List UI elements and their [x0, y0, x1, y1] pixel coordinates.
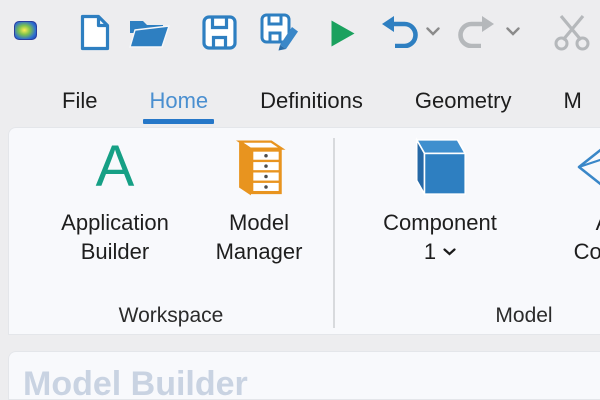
chevron-down-icon	[506, 27, 520, 36]
open-folder-icon	[129, 18, 170, 49]
play-icon	[330, 19, 356, 48]
add-component-icon	[577, 146, 600, 188]
redo-button[interactable]	[457, 16, 494, 48]
cut-button[interactable]	[552, 14, 592, 51]
tab-label: Home	[149, 88, 208, 114]
scissors-icon	[552, 14, 592, 51]
undo-button[interactable]	[382, 16, 419, 48]
model-builder-title: Model Builder	[23, 365, 600, 400]
undo-icon	[382, 16, 419, 48]
model-builder-panel: Model Builder	[8, 351, 600, 400]
button-label-line1: Component	[383, 208, 497, 237]
button-label-line2: Comp	[574, 237, 600, 266]
tab-file[interactable]: File	[62, 78, 97, 124]
redo-dropdown-button[interactable]	[506, 27, 520, 36]
tab-label: File	[62, 88, 97, 114]
save-icon	[202, 15, 237, 50]
tab-materials-truncated[interactable]: M	[563, 78, 581, 124]
tab-definitions[interactable]: Definitions	[260, 78, 363, 124]
button-label-line2: Manager	[216, 237, 303, 266]
component-1-button[interactable]: Component 1	[361, 136, 519, 266]
ribbon-group-divider	[333, 138, 335, 328]
group-label-model: Model	[339, 304, 600, 328]
button-label-line1: Application	[61, 208, 169, 237]
ribbon-tab-bar: File Home Definitions Geometry M	[0, 78, 582, 124]
ribbon-panel: A Application Builder	[8, 127, 600, 335]
active-tab-underline	[143, 119, 214, 124]
application-builder-icon: A	[96, 137, 135, 197]
app-window: File Home Definitions Geometry M A Appli…	[0, 0, 600, 400]
run-button[interactable]	[330, 19, 356, 48]
tab-label: Definitions	[260, 88, 363, 114]
new-file-icon	[80, 14, 110, 51]
component-cube-icon	[409, 136, 471, 198]
save-as-icon	[260, 13, 301, 52]
button-label-line1: A	[574, 208, 600, 237]
application-builder-button[interactable]: A Application Builder	[34, 136, 196, 266]
chevron-down-icon	[426, 27, 440, 36]
model-manager-button[interactable]: Model Manager	[194, 136, 324, 266]
model-manager-icon	[231, 136, 287, 198]
tab-label: Geometry	[415, 88, 512, 114]
redo-icon	[457, 16, 494, 48]
undo-dropdown-button[interactable]	[426, 27, 440, 36]
tab-geometry[interactable]: Geometry	[415, 78, 512, 124]
new-file-button[interactable]	[80, 14, 110, 51]
tab-home[interactable]: Home	[149, 78, 208, 124]
save-as-button[interactable]	[260, 13, 301, 52]
open-button[interactable]	[129, 18, 170, 49]
tab-label: M	[563, 88, 581, 114]
add-component-button[interactable]: A Comp	[525, 136, 600, 266]
group-label-workspace: Workspace	[9, 304, 333, 328]
button-label-line2: 1	[424, 237, 436, 266]
chevron-down-icon	[443, 248, 456, 256]
button-label-line2: Builder	[61, 237, 169, 266]
comsol-logo-icon	[14, 21, 37, 40]
save-button[interactable]	[202, 15, 237, 50]
button-label-line1: Model	[216, 208, 303, 237]
